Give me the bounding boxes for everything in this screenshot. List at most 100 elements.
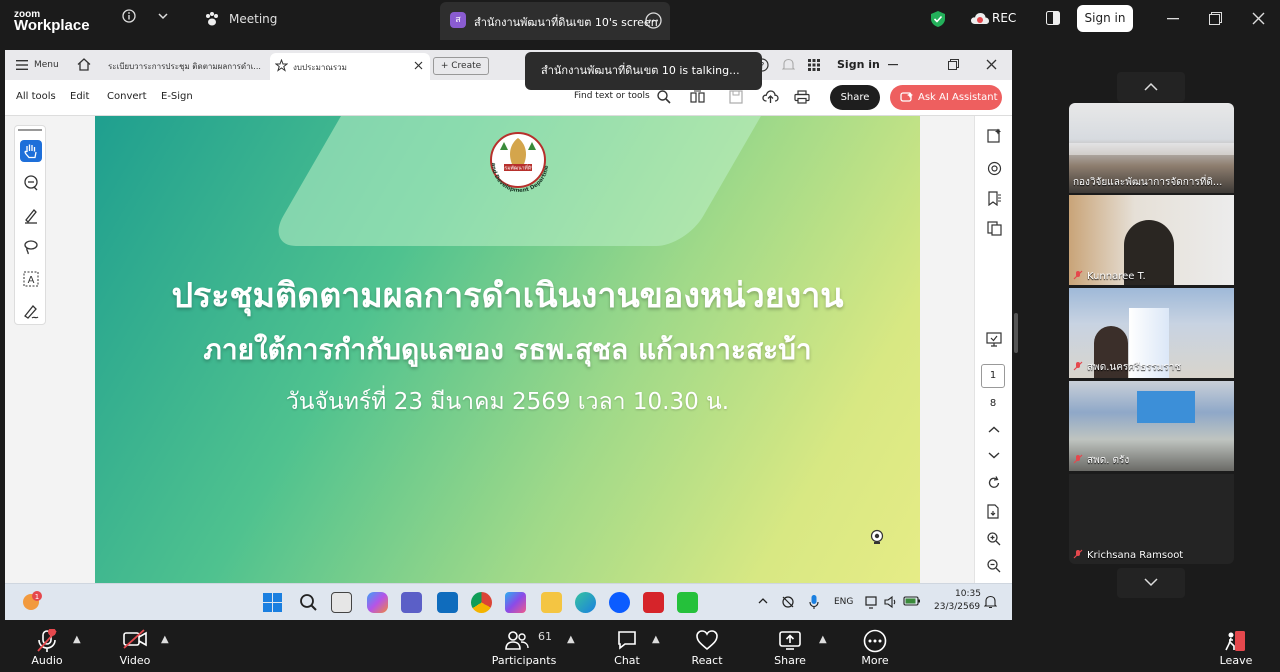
acrobat-taskbar-icon[interactable]	[643, 592, 664, 613]
chat-options-caret[interactable]: ▲	[652, 634, 660, 645]
create-button[interactable]: + Create	[433, 57, 489, 75]
current-page-input[interactable]: 1	[981, 364, 1005, 388]
volume-icon[interactable]	[884, 595, 898, 609]
notification-bell-icon[interactable]	[984, 595, 997, 609]
menu-label[interactable]: Menu	[34, 60, 59, 70]
zoom-taskbar-icon[interactable]	[609, 592, 630, 613]
ai-summary-icon[interactable]	[987, 128, 1002, 143]
ask-ai-assistant-button[interactable]: Ask AI Assistant	[890, 85, 1002, 110]
react-button[interactable]: React	[685, 620, 729, 672]
page-up-icon[interactable]	[988, 426, 1000, 434]
chrome-icon[interactable]	[471, 592, 492, 613]
share-options-caret[interactable]: ▲	[819, 634, 827, 645]
audio-button[interactable]: Audio	[22, 620, 72, 672]
share-screen-button[interactable]: Share	[768, 620, 812, 672]
gallery-scroll-up[interactable]	[1117, 72, 1185, 102]
pdf-tab-agenda[interactable]: ระเบียบวาระการประชุม ติดตามผลการดำเ...	[108, 60, 261, 73]
video-options-caret[interactable]: ▲	[161, 634, 169, 645]
language-indicator[interactable]: ENG	[834, 597, 853, 607]
file-explorer-icon[interactable]	[541, 592, 562, 613]
microphone-tray-icon[interactable]	[809, 594, 819, 610]
zoom-in-icon[interactable]	[987, 532, 1001, 546]
comments-icon[interactable]	[987, 161, 1002, 176]
present-mode-icon[interactable]	[986, 332, 1002, 347]
restore-icon[interactable]	[1209, 12, 1222, 25]
convert-menu[interactable]: Convert	[107, 91, 147, 102]
zoom-sign-in-button[interactable]: Sign in	[1077, 5, 1133, 32]
taskbar-search-icon[interactable]	[299, 593, 318, 612]
participant-tile-2[interactable]: Kunnaree T.	[1069, 195, 1234, 285]
text-select-icon[interactable]: A	[20, 268, 42, 290]
shared-screen-tab[interactable]: ส สำนักงานพัฒนาที่ดินเขต 10's screen	[440, 2, 670, 40]
more-button[interactable]: More	[853, 620, 897, 672]
network-icon[interactable]	[865, 595, 879, 609]
comment-tool-icon[interactable]	[20, 172, 42, 194]
save-icon[interactable]	[729, 90, 743, 104]
rotate-icon[interactable]	[987, 476, 1001, 490]
close-tab-icon[interactable]	[414, 61, 423, 70]
windows-start-icon[interactable]	[263, 593, 282, 612]
find-text-label[interactable]: Find text or tools	[574, 91, 650, 101]
sign-tool-icon[interactable]	[20, 300, 42, 322]
search-icon[interactable]	[657, 90, 671, 104]
outlook-icon[interactable]	[437, 592, 458, 613]
more-options-icon[interactable]	[645, 12, 662, 29]
view-layout-icon[interactable]	[1046, 11, 1060, 25]
minimize-icon[interactable]	[1167, 18, 1179, 20]
edit-menu[interactable]: Edit	[70, 91, 89, 102]
acrobat-minimize-icon[interactable]	[888, 64, 898, 66]
sync-off-icon[interactable]	[781, 595, 795, 609]
draw-lasso-icon[interactable]	[20, 236, 42, 258]
upload-cloud-icon[interactable]	[762, 89, 779, 104]
participant-tile-1[interactable]: กองวิจัยและพัฒนาการจัดการที่ดิ...	[1069, 103, 1234, 193]
compare-icon[interactable]	[690, 90, 705, 104]
page-down-icon[interactable]	[988, 451, 1000, 459]
print-icon[interactable]	[794, 90, 810, 104]
edge-icon[interactable]	[575, 592, 596, 613]
zoom-out-icon[interactable]	[987, 559, 1001, 573]
copilot-app-icon[interactable]	[505, 592, 526, 613]
acrobat-close-icon[interactable]	[986, 59, 997, 70]
participants-options-caret[interactable]: ▲	[567, 634, 575, 645]
acrobat-share-button[interactable]: Share	[830, 85, 880, 110]
esign-menu[interactable]: E-Sign	[161, 91, 193, 102]
info-icon[interactable]	[122, 9, 136, 23]
copy-pages-icon[interactable]	[987, 221, 1002, 236]
participants-button[interactable]: 61 Participants	[490, 620, 558, 672]
acrobat-restore-icon[interactable]	[948, 59, 959, 70]
all-tools-menu[interactable]: All tools	[16, 91, 56, 102]
tray-chevron-up-icon[interactable]	[758, 597, 768, 605]
leave-button[interactable]: Leave	[1214, 620, 1258, 672]
participant-tile-5[interactable]: Krichsana Ramsoot	[1069, 474, 1234, 564]
highlight-pen-icon[interactable]	[20, 204, 42, 226]
star-icon[interactable]	[275, 59, 288, 72]
teams-icon[interactable]	[401, 592, 422, 613]
taskbar-date[interactable]: 23/3/2569	[934, 602, 980, 612]
hand-tool-icon[interactable]	[20, 140, 42, 162]
meeting-label[interactable]: Meeting	[229, 12, 277, 26]
bell-icon[interactable]	[782, 58, 795, 72]
acrobat-sign-in[interactable]: Sign in	[837, 58, 880, 71]
copilot-icon[interactable]	[367, 592, 388, 613]
close-window-icon[interactable]	[1252, 12, 1265, 25]
task-view-icon[interactable]	[331, 592, 352, 613]
participant-tile-4[interactable]: สพด. ตรัง	[1069, 381, 1234, 471]
battery-icon[interactable]	[903, 595, 921, 607]
chevron-down-icon[interactable]	[158, 12, 168, 20]
participant-tile-3[interactable]: สพด.นครศรีธรรมราช	[1069, 288, 1234, 378]
panel-grip[interactable]	[18, 129, 42, 131]
apps-grid-icon[interactable]	[808, 59, 820, 71]
gallery-scroll-down[interactable]	[1117, 568, 1185, 598]
video-button[interactable]: Video	[110, 620, 160, 672]
audio-options-caret[interactable]: ▲	[73, 634, 81, 645]
hamburger-menu-icon[interactable]	[16, 60, 28, 70]
home-icon[interactable]	[77, 58, 91, 71]
line-app-icon[interactable]	[677, 592, 698, 613]
chat-button[interactable]: Chat	[605, 620, 649, 672]
split-resize-handle[interactable]	[1014, 313, 1018, 353]
pdf-tab-budget[interactable]: งบประมาณรวม	[270, 53, 430, 80]
widgets-icon[interactable]: 1	[22, 591, 42, 611]
bookmark-icon[interactable]	[987, 191, 1002, 206]
taskbar-time[interactable]: 10:35	[955, 589, 981, 599]
extract-page-icon[interactable]	[987, 504, 1001, 519]
